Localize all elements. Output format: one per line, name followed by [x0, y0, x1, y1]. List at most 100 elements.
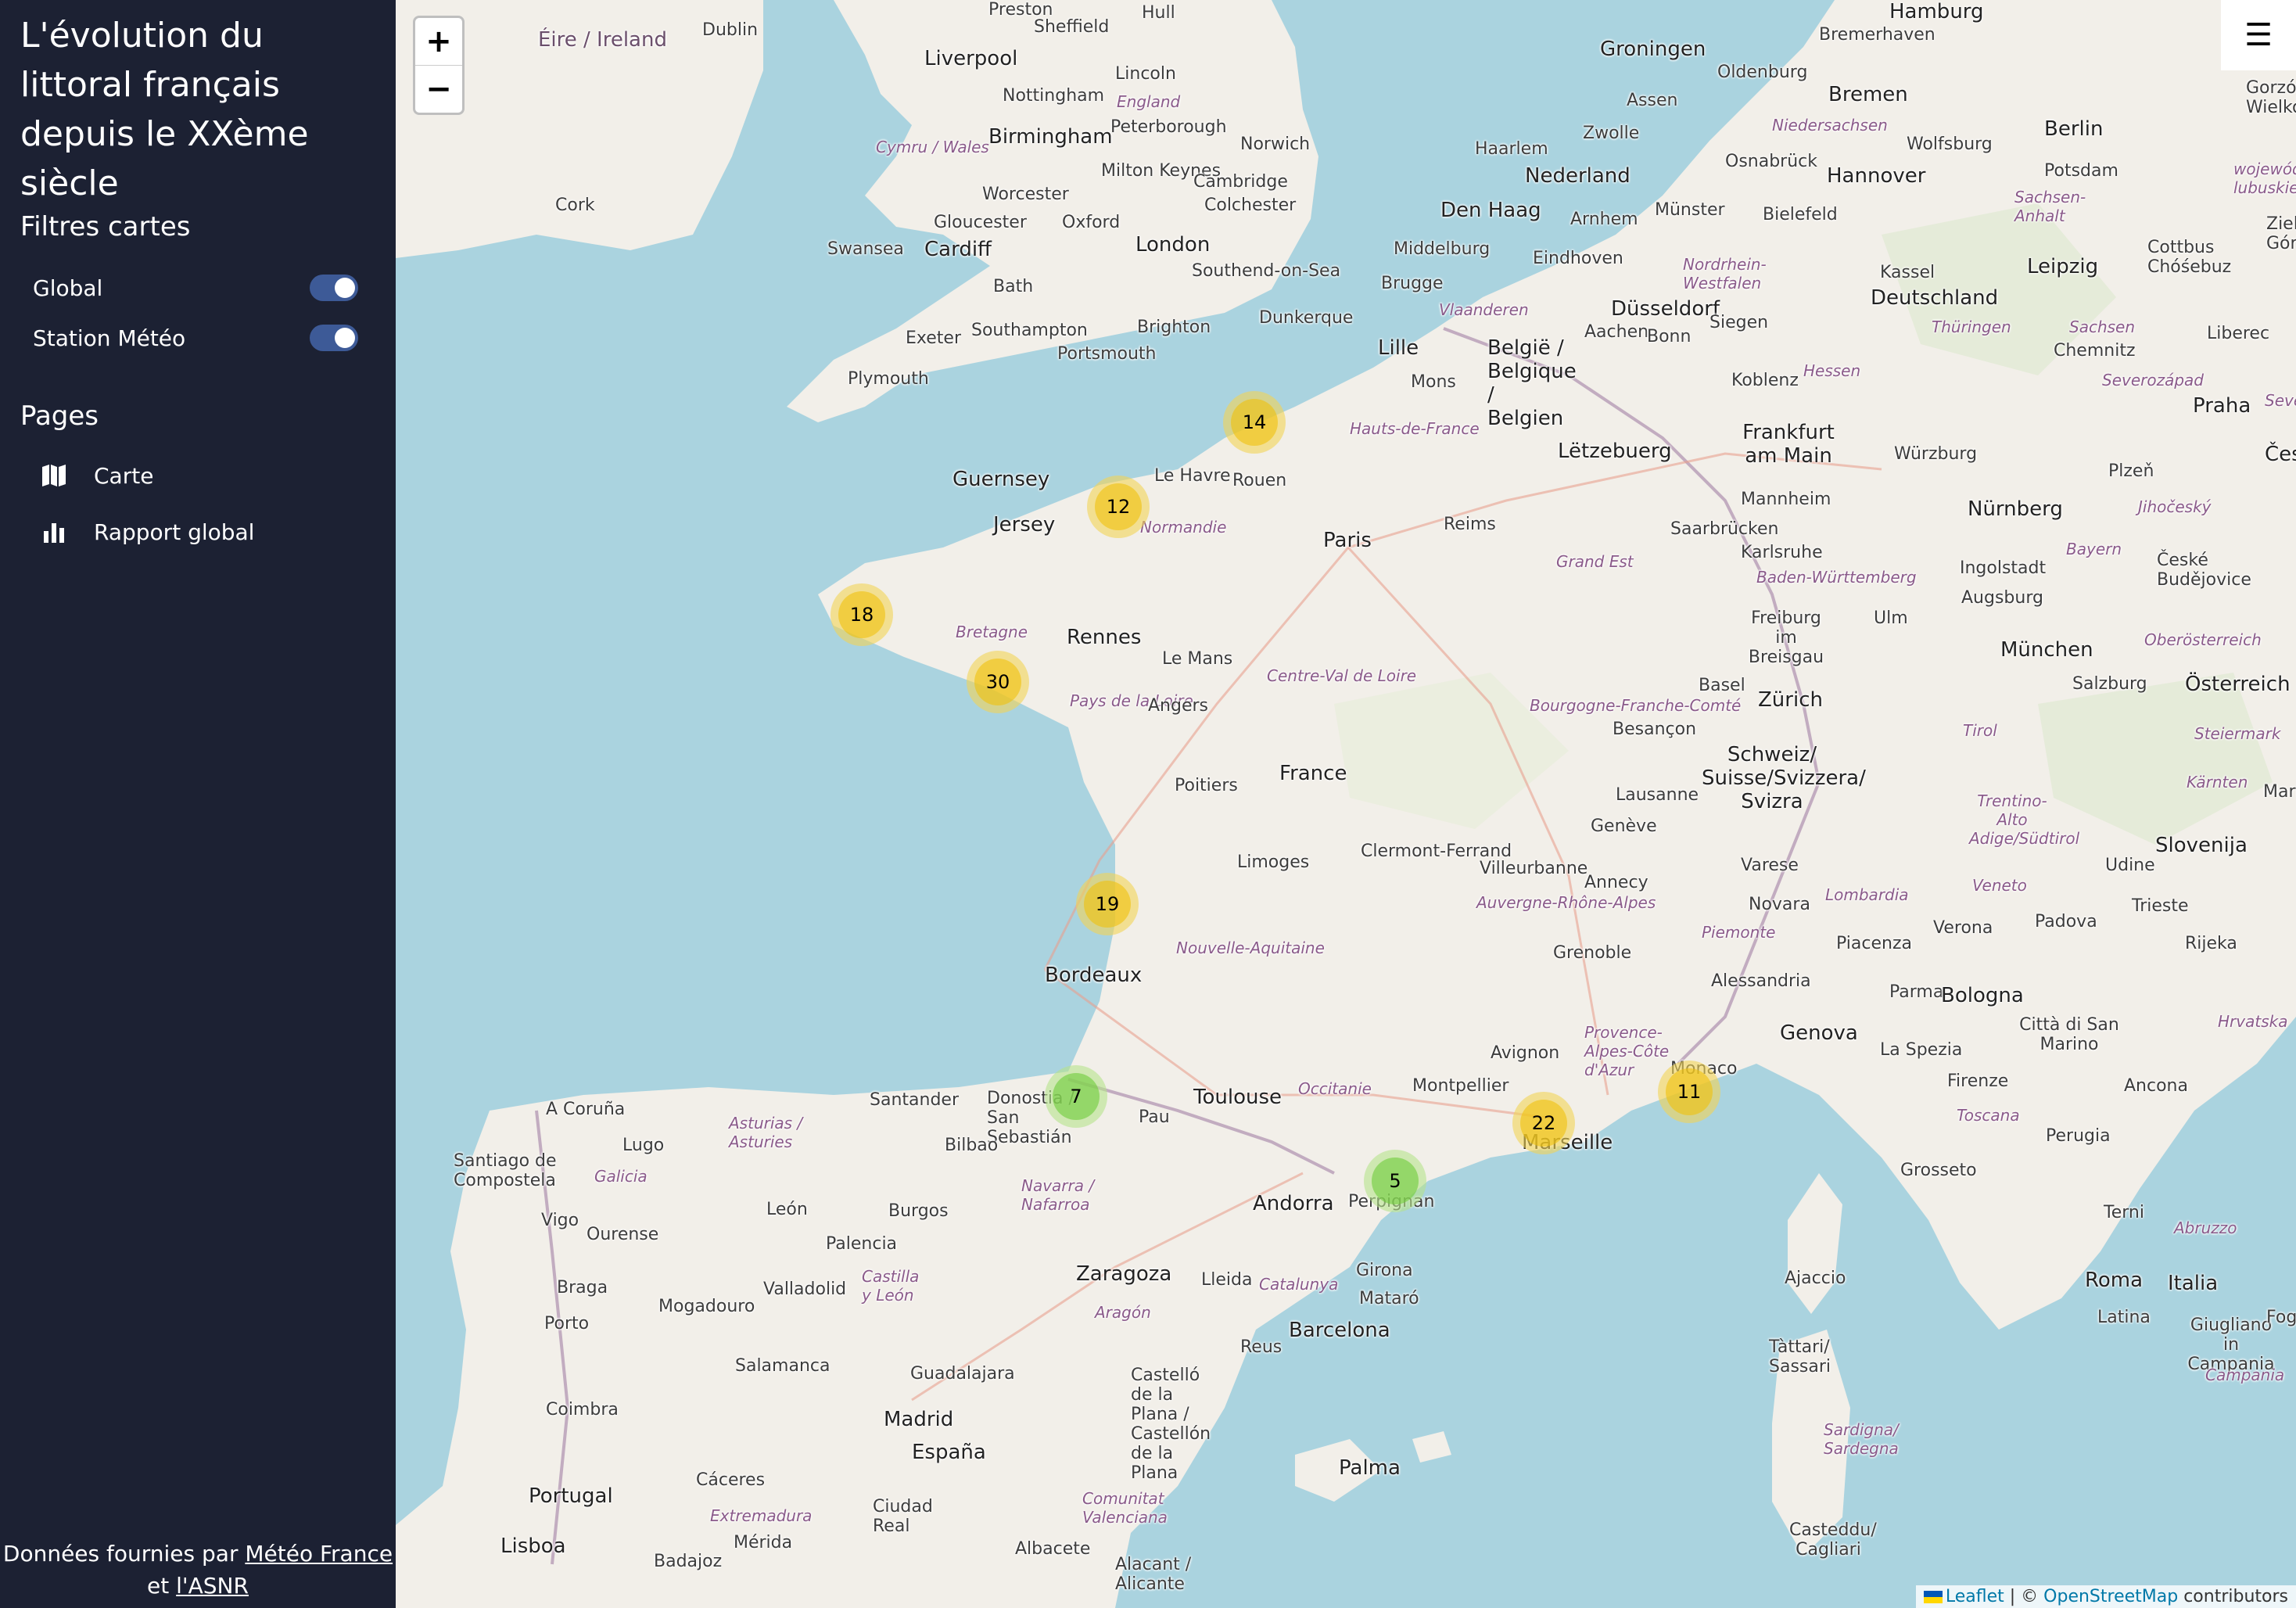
label-schweiz: Schweiz/ Suisse/Svizzera/ Svizra [1702, 743, 1866, 813]
leaflet-link[interactable]: Leaflet [1946, 1587, 2004, 1606]
hamburger-menu-icon: ☰ [2244, 17, 2273, 53]
nav-item-rapport-global-label: Rapport global [94, 519, 255, 545]
attribution-separator: | © [2004, 1587, 2044, 1606]
label-occitanie: Occitanie [1298, 1079, 1372, 1098]
map-icon [42, 465, 66, 486]
zoom-control: + − [413, 16, 465, 115]
label-praha: Praha [2193, 394, 2251, 418]
label-mataro: Mataró [1359, 1289, 1419, 1308]
label-england: England [1117, 92, 1181, 111]
label-letzebuerg: Lëtzebuerg [1558, 440, 1672, 463]
label-auvergne: Auvergne-Rhône-Alpes [1476, 893, 1656, 912]
marker-cluster[interactable]: 18 [831, 583, 893, 646]
label-alessandria: Alessandria [1711, 971, 1811, 991]
label-terni: Terni [2104, 1203, 2144, 1222]
label-casteddu: Casteddu/ Cagliari [1789, 1520, 1877, 1560]
marker-cluster-count: 11 [1666, 1068, 1713, 1115]
attribution-suffix: contributors [2178, 1587, 2288, 1606]
label-mons: Mons [1411, 372, 1456, 392]
label-laspezia: La Spezia [1880, 1040, 1963, 1060]
zoom-out-button[interactable]: − [415, 65, 462, 113]
label-acoruna: A Coruña [546, 1100, 626, 1119]
filter-station-meteo[interactable]: Station Météo [33, 319, 358, 357]
label-assen: Assen [1627, 91, 1678, 110]
marker-cluster[interactable]: 19 [1076, 873, 1139, 935]
label-norwich: Norwich [1240, 135, 1311, 154]
menu-button[interactable]: ☰ [2221, 0, 2296, 70]
label-aragon: Aragón [1095, 1303, 1151, 1322]
label-piemonte: Piemonte [1702, 923, 1776, 942]
marker-cluster[interactable]: 22 [1512, 1092, 1575, 1154]
marker-cluster[interactable]: 30 [967, 651, 1029, 713]
label-lausanne: Lausanne [1616, 785, 1699, 805]
label-merida: Mérida [734, 1533, 793, 1552]
label-veneto: Veneto [1972, 876, 2027, 895]
label-ceske: České Budějovice [2157, 551, 2251, 590]
label-coimbra: Coimbra [546, 1400, 619, 1420]
label-oldenburg: Oldenburg [1717, 63, 1808, 82]
label-grosseto: Grosseto [1900, 1161, 1977, 1180]
label-southend: Southend-on-Sea [1192, 261, 1341, 281]
label-dunkerque: Dunkerque [1259, 308, 1354, 328]
label-grenoble: Grenoble [1553, 943, 1632, 963]
label-campania: Campania [2205, 1366, 2285, 1384]
label-salzburg: Salzburg [2072, 674, 2147, 694]
label-centrevaldeloire: Centre-Val de Loire [1267, 666, 1417, 685]
label-portsmouth: Portsmouth [1057, 344, 1157, 364]
map-container[interactable]: Éire / Ireland Dublin Cork Preston Sheff… [396, 0, 2296, 1608]
label-colchester: Colchester [1204, 196, 1297, 215]
label-lehavre: Le Havre [1154, 466, 1231, 486]
label-vigo: Vigo [541, 1211, 579, 1230]
nav-item-rapport-global[interactable]: Rapport global [41, 513, 254, 551]
label-hamburg: Hamburg [1889, 0, 1984, 23]
sidebar-footer: Données fournies par Météo France et l'A… [0, 1538, 396, 1602]
zoom-in-button[interactable]: + [415, 18, 462, 65]
label-reims: Reims [1444, 515, 1496, 534]
label-zaragoza: Zaragoza [1076, 1262, 1172, 1286]
label-vlaanderen: Vlaanderen [1439, 300, 1529, 319]
label-trentino: Trentino-Alto Adige/Südtirol [1969, 791, 2080, 848]
label-haarlem: Haarlem [1475, 139, 1548, 159]
filter-global[interactable]: Global [33, 269, 358, 307]
marker-cluster[interactable]: 14 [1223, 391, 1286, 454]
marker-cluster[interactable]: 7 [1045, 1065, 1107, 1128]
label-plzen: Plzeň [2108, 461, 2154, 481]
marker-cluster-count: 14 [1231, 399, 1278, 446]
label-liverpool: Liverpool [924, 47, 1018, 70]
label-cork: Cork [555, 196, 595, 215]
label-cambridge: Cambridge [1193, 172, 1288, 192]
filter-station-meteo-label: Station Météo [33, 325, 186, 351]
label-bielefeld: Bielefeld [1763, 205, 1838, 224]
asnr-link[interactable]: l'ASNR [176, 1573, 249, 1599]
label-hrvatska: Hrvatska [2218, 1012, 2288, 1031]
label-southampton: Southampton [971, 321, 1088, 340]
label-brighton: Brighton [1137, 318, 1211, 337]
label-roma: Roma [2085, 1269, 2144, 1292]
label-bayern: Bayern [2066, 540, 2122, 558]
label-kaernten: Kärnten [2187, 773, 2248, 791]
marker-cluster[interactable]: 5 [1364, 1150, 1426, 1212]
label-leon: León [766, 1200, 808, 1219]
label-munster: Münster [1655, 200, 1725, 220]
label-udine: Udine [2105, 856, 2155, 875]
label-dusseldorf: Düsseldorf [1611, 297, 1720, 321]
label-comunitat: Comunitat Valenciana [1082, 1489, 1168, 1527]
label-basel: Basel [1699, 676, 1745, 695]
label-bremerhaven: Bremerhaven [1819, 25, 1935, 45]
label-mogadouro: Mogadouro [658, 1297, 755, 1316]
label-lisboa: Lisboa [500, 1534, 566, 1558]
label-asturias: Asturias / Asturies [729, 1114, 803, 1151]
filter-station-meteo-toggle[interactable] [310, 325, 358, 351]
label-badenw: Baden-Württemberg [1756, 568, 1917, 587]
marker-cluster[interactable]: 12 [1087, 476, 1150, 538]
openstreetmap-link[interactable]: OpenStreetMap [2043, 1587, 2178, 1606]
label-berlin: Berlin [2044, 117, 2104, 141]
marker-cluster[interactable]: 11 [1658, 1061, 1720, 1123]
nav-item-carte[interactable]: Carte [41, 457, 153, 494]
filter-global-toggle[interactable] [310, 275, 358, 301]
label-koblenz: Koblenz [1731, 371, 1799, 390]
label-genova: Genova [1780, 1021, 1858, 1045]
label-niedersachsen: Niedersachsen [1772, 116, 1888, 135]
meteo-france-link[interactable]: Météo France [245, 1541, 393, 1567]
label-exeter: Exeter [906, 328, 961, 348]
